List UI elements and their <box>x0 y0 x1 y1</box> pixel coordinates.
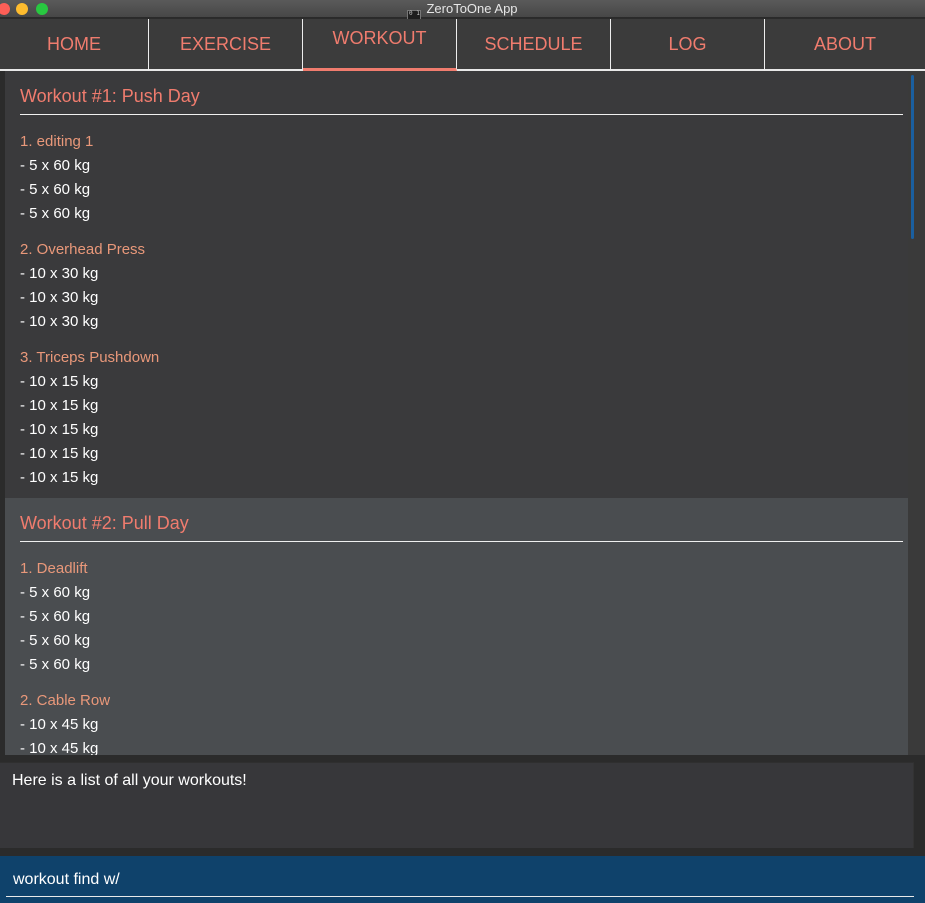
command-input[interactable] <box>6 863 914 897</box>
tab-schedule[interactable]: SCHEDULE <box>457 19 611 71</box>
set-entry: - 10 x 30 kg <box>20 265 99 282</box>
set-entry: - 5 x 60 kg <box>20 632 91 649</box>
exercise-name: 2. Overhead Press <box>20 241 146 258</box>
tab-workout[interactable]: WORKOUT <box>303 19 457 71</box>
tab-about[interactable]: ABOUT <box>765 19 925 71</box>
tab-log[interactable]: LOG <box>611 19 765 71</box>
set-entry: - 10 x 15 kg <box>20 397 99 414</box>
command-box <box>0 856 925 903</box>
set-entry: - 5 x 60 kg <box>20 181 91 198</box>
title-bar: 0 1 ZeroToOne App <box>0 0 925 23</box>
set-entry: - 10 x 30 kg <box>20 313 99 330</box>
set-entry: - 5 x 60 kg <box>20 584 91 601</box>
exercise-name: 1. Deadlift <box>20 560 88 577</box>
list-scrollbar[interactable] <box>908 71 925 755</box>
result-message: Here is a list of all your workouts! <box>12 772 247 789</box>
window-title: ZeroToOne App <box>426 1 518 16</box>
set-entry: - 5 x 60 kg <box>20 157 91 174</box>
tab-exercise[interactable]: EXERCISE <box>149 19 303 71</box>
workout-card[interactable]: Workout #2: Pull Day 1. Deadlift - 5 x 6… <box>5 498 908 755</box>
title-divider <box>20 114 903 115</box>
workout-title: Workout #2: Pull Day <box>20 513 189 533</box>
exercise-name: 3. Triceps Pushdown <box>20 349 160 366</box>
workout-card[interactable]: Workout #1: Push Day 1. editing 1 - 5 x … <box>5 71 908 498</box>
set-entry: - 5 x 60 kg <box>20 608 91 625</box>
workout-title: Workout #1: Push Day <box>20 86 200 106</box>
set-entry: - 10 x 15 kg <box>20 373 99 390</box>
set-entry: - 10 x 15 kg <box>20 445 99 462</box>
result-display: Here is a list of all your workouts! <box>0 762 914 848</box>
title-divider <box>20 541 903 542</box>
set-entry: - 10 x 30 kg <box>20 289 99 306</box>
tab-bar: HOME EXERCISE WORKOUT SCHEDULE LOG ABOUT <box>0 19 925 71</box>
set-entry: - 10 x 45 kg <box>20 716 99 733</box>
tab-home[interactable]: HOME <box>0 19 149 71</box>
exercise-name: 1. editing 1 <box>20 133 94 150</box>
set-entry: - 5 x 60 kg <box>20 205 91 222</box>
set-entry: - 10 x 45 kg <box>20 740 99 755</box>
set-entry: - 10 x 15 kg <box>20 469 99 486</box>
scrollbar-thumb[interactable] <box>911 75 914 239</box>
set-entry: - 10 x 15 kg <box>20 421 99 438</box>
set-entry: - 5 x 60 kg <box>20 656 91 673</box>
workout-list[interactable]: Workout #1: Push Day 1. editing 1 - 5 x … <box>5 71 908 755</box>
exercise-name: 2. Cable Row <box>20 692 111 709</box>
